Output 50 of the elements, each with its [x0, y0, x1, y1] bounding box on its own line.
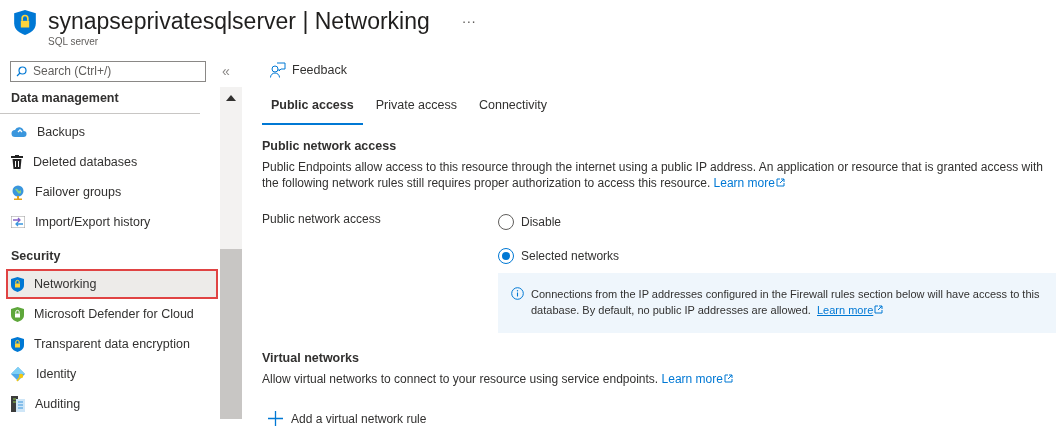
- globe-icon: [11, 184, 25, 200]
- key-diamond-icon: [11, 366, 26, 382]
- learn-more-link[interactable]: Learn more: [817, 304, 884, 316]
- tab[interactable]: Public access: [262, 91, 363, 125]
- tab[interactable]: Connectivity: [470, 91, 557, 125]
- field-label: Public network access: [262, 211, 382, 228]
- page-subtitle: SQL server: [48, 36, 100, 47]
- tab[interactable]: Private access: [366, 91, 466, 125]
- section-description: Public Endpoints allow access to this resource through the internet using a public IP address. An application or resource that is granted access with the following network rules still requires proper authorization to access this resource. Learn more: [262, 159, 1044, 191]
- menu-item[interactable]: Import/Export history: [0, 207, 220, 237]
- shield-lock-icon: [14, 10, 36, 35]
- feedback-icon: [270, 62, 286, 78]
- section-description: Allow virtual networks to connect to your resource using service endpoints. Learn more: [262, 371, 1056, 387]
- group-heading: Security: [10, 248, 62, 265]
- external-link-icon: [874, 305, 884, 314]
- transfer-icon: [11, 216, 25, 228]
- scroll-up-icon[interactable]: [226, 95, 236, 101]
- more-button[interactable]: ···: [461, 13, 476, 29]
- shield-lock-icon: [11, 306, 24, 322]
- menu-item[interactable]: Transparent data encryption: [0, 329, 220, 359]
- trash-icon: [11, 155, 23, 169]
- menu-item[interactable]: Failover groups: [0, 177, 220, 207]
- learn-more-link[interactable]: Learn more: [713, 176, 785, 190]
- radio-label: Selected networks: [521, 249, 620, 263]
- page-title: synapseprivatesqlserver | Networking: [48, 7, 430, 35]
- external-link-icon: [775, 178, 785, 187]
- collapse-button[interactable]: «: [222, 63, 230, 79]
- menu-item[interactable]: Microsoft Defender for Cloud: [0, 299, 220, 329]
- add-rule-button[interactable]: Add a virtual network rule: [262, 411, 1056, 426]
- learn-more-link[interactable]: Learn more: [661, 372, 733, 386]
- feedback-button[interactable]: Feedback: [262, 51, 1056, 89]
- plus-icon: [268, 411, 283, 426]
- menu-item[interactable]: Identity: [0, 359, 220, 389]
- info-text: Connections from the IP addresses configured in the Firewall rules section below will have access to this database. By default, no public IP addresses are allowed. Learn more: [531, 287, 1041, 318]
- scrollbar-thumb[interactable]: [220, 249, 242, 419]
- external-link-icon: [723, 374, 733, 383]
- shield-lock-icon: [11, 336, 24, 352]
- shield-lock-icon: [11, 276, 24, 292]
- radio-label: Disable: [521, 215, 562, 229]
- cloud-icon: [11, 126, 27, 138]
- menu-item[interactable]: Auditing: [0, 389, 220, 419]
- menu-item[interactable]: Deleted databases: [0, 147, 220, 177]
- section-heading: Virtual networks: [262, 351, 361, 365]
- section-heading: Public network access: [262, 139, 398, 153]
- group-heading: Data management: [0, 87, 200, 114]
- search-field[interactable]: Search (Ctrl+/): [10, 60, 206, 82]
- info-icon: [511, 287, 524, 300]
- menu-item[interactable]: Backups: [0, 117, 220, 147]
- menu-item[interactable]: Networking: [6, 269, 218, 299]
- server-list-icon: [11, 396, 25, 412]
